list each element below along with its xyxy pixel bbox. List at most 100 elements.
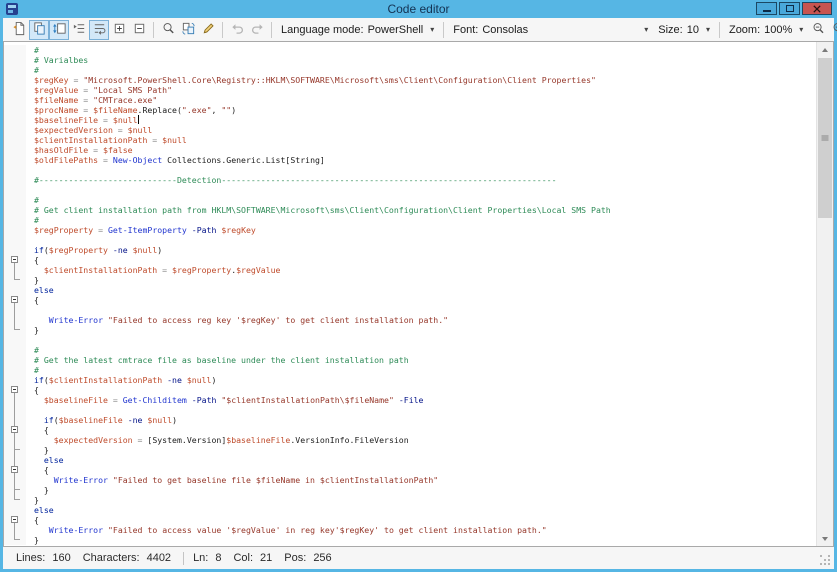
code-line[interactable]: else [4, 505, 816, 515]
zoom-in-button[interactable] [828, 20, 837, 40]
code-line[interactable]: $hasOldFile = $false [4, 145, 816, 155]
code-text [26, 165, 34, 175]
code-line[interactable]: # [4, 345, 816, 355]
code-token: Write-Error [49, 315, 103, 325]
fold-toggle-icon[interactable] [11, 256, 18, 263]
code-line[interactable]: # [4, 195, 816, 205]
code-line[interactable]: $fileName = "CMTrace.exe" [4, 95, 816, 105]
code-line[interactable]: # [4, 215, 816, 225]
paste-button[interactable] [49, 20, 69, 40]
fold-gutter [4, 165, 26, 175]
fold-line [14, 315, 15, 325]
code-token: Write-Error [49, 525, 103, 535]
code-line[interactable]: Write-Error "Failed to get baseline file… [4, 475, 816, 485]
close-button[interactable] [802, 2, 832, 15]
code-line[interactable] [4, 235, 816, 245]
code-line[interactable]: { [4, 385, 816, 395]
code-line[interactable]: $regValue = "Local SMS Path" [4, 85, 816, 95]
code-line[interactable]: # [4, 65, 816, 75]
code-line[interactable]: Write-Error "Failed to access value '$re… [4, 525, 816, 535]
code-editor-surface[interactable]: ## Varialbes#$regKey = "Microsoft.PowerS… [3, 41, 834, 547]
code-line[interactable]: $expectedVersion = $null [4, 125, 816, 135]
maximize-button[interactable] [779, 2, 800, 15]
new-script-button[interactable] [9, 20, 29, 40]
fold-toggle-icon[interactable] [11, 296, 18, 303]
code-line[interactable]: # Get client installation path from HKLM… [4, 205, 816, 215]
code-line[interactable]: } [4, 485, 816, 495]
code-line[interactable]: # [4, 45, 816, 55]
code-line[interactable]: } [4, 495, 816, 505]
code-line[interactable]: } [4, 275, 816, 285]
collapse-all-button[interactable] [129, 20, 149, 40]
code-line[interactable]: $baselineFile = Get-Childitem -Path "$cl… [4, 395, 816, 405]
find-button[interactable] [158, 20, 178, 40]
replace-button[interactable] [178, 20, 198, 40]
code-line[interactable] [4, 405, 816, 415]
code-line[interactable] [4, 165, 816, 175]
code-token: Get-ItemProperty [108, 225, 187, 235]
code-line[interactable] [4, 335, 816, 345]
language-mode-dropdown[interactable]: Language mode: PowerShell ▾ [276, 20, 439, 40]
fold-toggle-icon[interactable] [11, 386, 18, 393]
resize-grip-icon[interactable] [820, 555, 831, 566]
minimize-button[interactable] [756, 2, 777, 15]
status-col-label: Col: [233, 552, 253, 564]
font-dropdown[interactable]: Font: Consolas ▾ [448, 20, 653, 40]
code-line[interactable]: $clientInstallationPath = $null [4, 135, 816, 145]
expand-all-icon [112, 21, 127, 39]
code-line[interactable]: # [4, 365, 816, 375]
code-line[interactable]: $regKey = "Microsoft.PowerShell.Core\Reg… [4, 75, 816, 85]
code-line[interactable] [4, 185, 816, 195]
code-line[interactable]: #----------------------------Detection--… [4, 175, 816, 185]
zoom-dropdown[interactable]: Zoom: 100% ▾ [724, 20, 808, 40]
goto-button[interactable] [198, 20, 218, 40]
code-line[interactable]: { [4, 295, 816, 305]
fold-toggle-icon[interactable] [11, 516, 18, 523]
fold-toggle-icon[interactable] [11, 466, 18, 473]
undo-icon [230, 21, 245, 39]
code-line[interactable]: else [4, 285, 816, 295]
code-token: "Failed to access reg key '$regKey' to g… [108, 315, 448, 325]
code-line[interactable]: # Varialbes [4, 55, 816, 65]
zoom-out-button[interactable] [808, 20, 828, 40]
code-text-area[interactable]: ## Varialbes#$regKey = "Microsoft.PowerS… [4, 42, 816, 546]
scrollbar-thumb[interactable] [818, 58, 832, 218]
code-line[interactable]: } [4, 535, 816, 545]
code-text: Write-Error "Failed to get baseline file… [26, 475, 438, 485]
code-line[interactable]: if($regProperty -ne $null) [4, 245, 816, 255]
fold-toggle-icon[interactable] [11, 426, 18, 433]
code-line[interactable]: Write-Error "Failed to access reg key '$… [4, 315, 816, 325]
code-line[interactable]: { [4, 465, 816, 475]
replace-icon [181, 21, 196, 39]
code-token: } [34, 495, 39, 505]
size-dropdown[interactable]: Size: 10 ▾ [653, 20, 715, 40]
expand-all-button[interactable] [109, 20, 129, 40]
scroll-down-button[interactable] [817, 531, 833, 546]
code-line[interactable]: # Get the latest cmtrace file as baselin… [4, 355, 816, 365]
code-line[interactable]: { [4, 515, 816, 525]
word-wrap-button[interactable] [89, 20, 109, 40]
code-line[interactable]: } [4, 325, 816, 335]
fold-gutter [4, 445, 26, 455]
code-line[interactable]: } [4, 445, 816, 455]
code-line[interactable]: else [4, 455, 816, 465]
code-line[interactable]: $baselineFile = $null [4, 115, 816, 125]
code-line[interactable]: if($baselineFile -ne $null) [4, 415, 816, 425]
code-line[interactable]: if($clientInstallationPath -ne $null) [4, 375, 816, 385]
code-line[interactable]: $procName = $fileName.Replace(".exe", ""… [4, 105, 816, 115]
code-line[interactable]: $expectedVersion = [System.Version]$base… [4, 435, 816, 445]
fold-line [14, 415, 15, 425]
code-line[interactable]: $oldFilePaths = New-Object Collections.G… [4, 155, 816, 165]
language-mode-label: Language mode: [281, 24, 364, 36]
fold-gutter [4, 205, 26, 215]
code-line[interactable]: { [4, 255, 816, 265]
copy-button[interactable] [29, 20, 49, 40]
title-bar[interactable]: Code editor [0, 0, 837, 18]
outline-button[interactable] [69, 20, 89, 40]
scroll-up-button[interactable] [817, 42, 833, 57]
code-line[interactable]: { [4, 425, 816, 435]
code-line[interactable] [4, 305, 816, 315]
code-line[interactable]: $regProperty = Get-ItemProperty -Path $r… [4, 225, 816, 235]
vertical-scrollbar[interactable] [816, 42, 833, 546]
code-line[interactable]: $clientInstallationPath = $regProperty.$… [4, 265, 816, 275]
